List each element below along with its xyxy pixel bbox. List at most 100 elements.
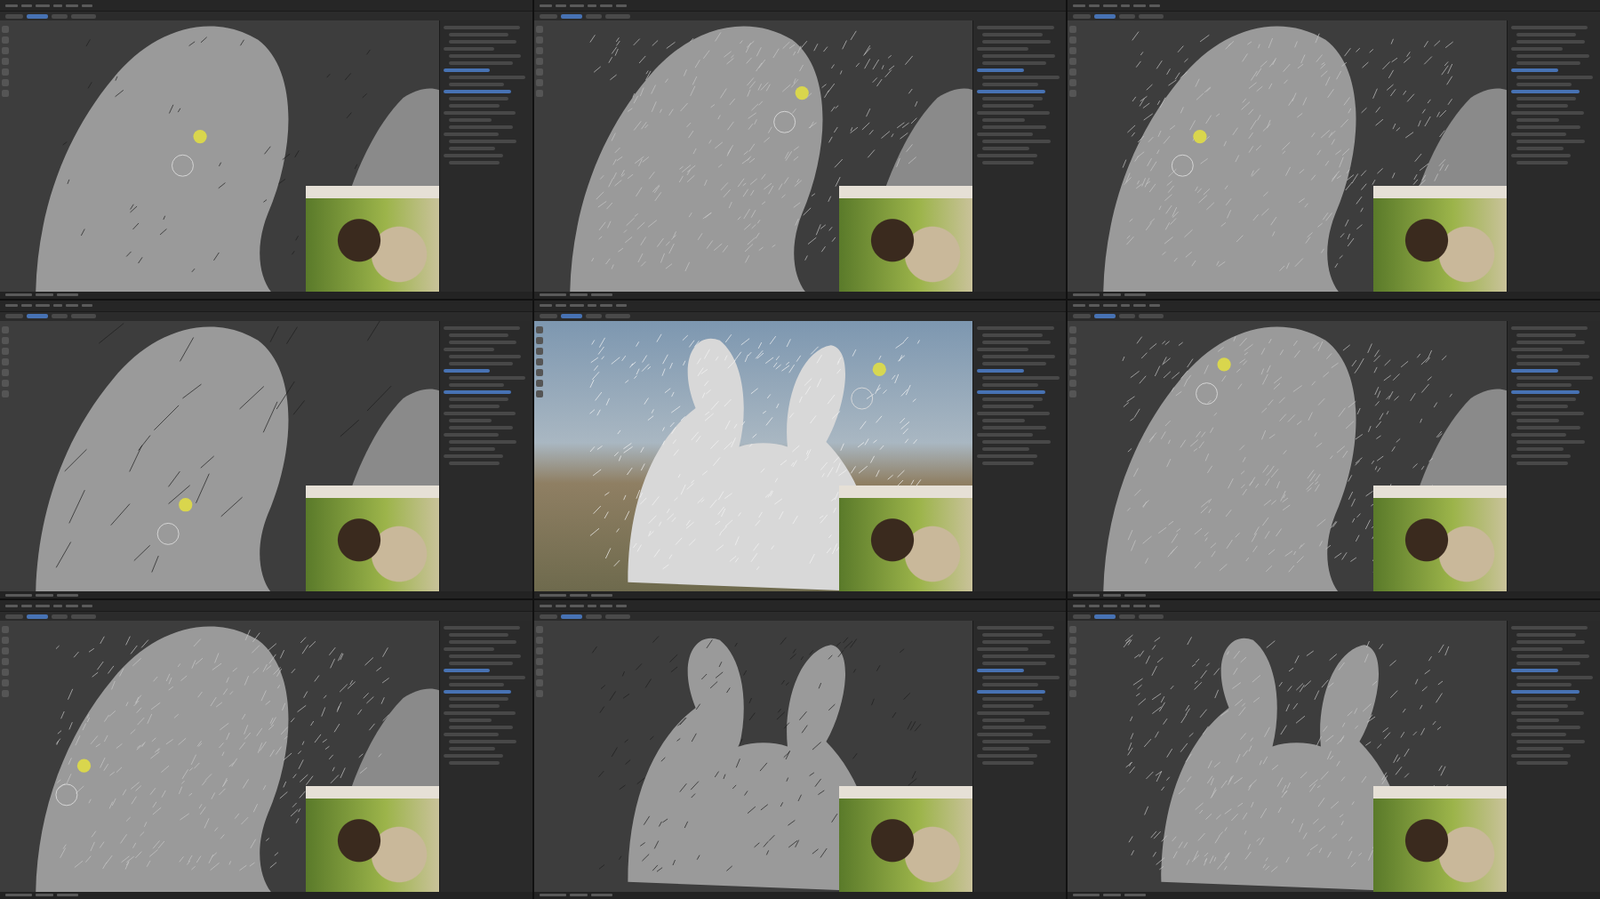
property-row[interactable]: [448, 333, 509, 337]
property-row[interactable]: [1511, 368, 1559, 373]
property-row[interactable]: [1511, 432, 1567, 437]
property-row[interactable]: [443, 153, 504, 158]
property-row[interactable]: [443, 432, 499, 437]
property-row[interactable]: [448, 54, 522, 58]
tool-icon[interactable]: [1069, 347, 1077, 355]
property-row[interactable]: [1516, 418, 1560, 423]
property-row[interactable]: [448, 682, 504, 687]
property-row[interactable]: [1511, 132, 1567, 136]
property-row[interactable]: [448, 361, 513, 366]
tool-icon[interactable]: [1, 68, 9, 76]
tool-icon[interactable]: [536, 379, 544, 387]
property-row[interactable]: [1516, 632, 1576, 637]
property-row[interactable]: [448, 440, 518, 444]
property-row[interactable]: [982, 682, 1038, 687]
property-row[interactable]: [982, 340, 1051, 344]
property-row[interactable]: [1516, 146, 1564, 151]
property-row[interactable]: [1516, 61, 1581, 65]
property-row[interactable]: [443, 647, 496, 651]
property-row[interactable]: [1516, 675, 1593, 680]
tool-icon[interactable]: [536, 79, 544, 87]
property-row[interactable]: [1511, 153, 1571, 158]
property-row[interactable]: [443, 89, 512, 94]
property-row[interactable]: [976, 153, 1037, 158]
property-row[interactable]: [982, 725, 1047, 729]
property-row[interactable]: [443, 753, 504, 758]
property-row[interactable]: [448, 704, 501, 708]
tool-icon[interactable]: [536, 668, 544, 676]
property-row[interactable]: [1516, 104, 1568, 108]
tool-icon[interactable]: [1, 657, 9, 665]
property-row[interactable]: [1511, 411, 1584, 416]
tool-icon[interactable]: [1, 636, 9, 644]
property-row[interactable]: [448, 461, 501, 465]
tool-icon[interactable]: [536, 368, 544, 376]
property-row[interactable]: [1511, 326, 1588, 330]
3d-viewport[interactable]: [1067, 320, 1507, 592]
property-row[interactable]: [448, 718, 492, 722]
property-row[interactable]: [982, 760, 1034, 765]
property-row[interactable]: [448, 696, 509, 701]
property-row[interactable]: [982, 139, 1051, 144]
property-row[interactable]: [448, 32, 509, 37]
tool-icon[interactable]: [1, 25, 9, 33]
property-row[interactable]: [443, 411, 517, 416]
property-row[interactable]: [982, 333, 1042, 337]
property-row[interactable]: [982, 632, 1042, 637]
tool-icon[interactable]: [1069, 25, 1077, 33]
property-row[interactable]: [1516, 425, 1581, 430]
tool-icon[interactable]: [1, 57, 9, 65]
property-row[interactable]: [976, 711, 1050, 715]
3d-viewport[interactable]: [0, 320, 440, 592]
property-row[interactable]: [443, 326, 520, 330]
tool-icon[interactable]: [536, 68, 544, 76]
property-row[interactable]: [448, 376, 526, 380]
property-row[interactable]: [448, 354, 522, 359]
property-row[interactable]: [982, 146, 1030, 151]
tool-icon[interactable]: [1, 689, 9, 697]
property-row[interactable]: [448, 447, 496, 451]
property-row[interactable]: [1511, 111, 1584, 115]
property-row[interactable]: [982, 440, 1051, 444]
tool-icon[interactable]: [1069, 390, 1077, 398]
property-row[interactable]: [448, 675, 526, 680]
tool-icon[interactable]: [1069, 679, 1077, 687]
property-row[interactable]: [1516, 696, 1576, 701]
property-row[interactable]: [448, 118, 492, 122]
property-row[interactable]: [443, 368, 491, 373]
property-row[interactable]: [1511, 347, 1563, 352]
property-row[interactable]: [448, 425, 513, 430]
property-row[interactable]: [976, 732, 1032, 736]
tool-icon[interactable]: [536, 636, 544, 644]
property-row[interactable]: [1516, 40, 1585, 44]
property-row[interactable]: [1516, 746, 1564, 751]
tool-icon[interactable]: [1, 379, 9, 387]
property-row[interactable]: [976, 368, 1024, 373]
property-row[interactable]: [982, 654, 1056, 658]
property-row[interactable]: [982, 160, 1034, 165]
property-row[interactable]: [448, 82, 504, 87]
property-row[interactable]: [443, 454, 504, 458]
property-row[interactable]: [448, 139, 518, 144]
property-row[interactable]: [976, 347, 1029, 352]
tool-icon[interactable]: [1, 36, 9, 44]
property-row[interactable]: [976, 89, 1046, 94]
property-row[interactable]: [1516, 354, 1590, 359]
tool-icon[interactable]: [1069, 336, 1077, 344]
property-row[interactable]: [976, 111, 1050, 115]
property-row[interactable]: [982, 718, 1025, 722]
property-row[interactable]: [1516, 404, 1568, 408]
tool-icon[interactable]: [1069, 68, 1077, 76]
property-row[interactable]: [1516, 376, 1593, 380]
tool-icon[interactable]: [536, 336, 544, 344]
property-row[interactable]: [443, 689, 512, 694]
property-row[interactable]: [443, 68, 491, 72]
property-row[interactable]: [448, 760, 501, 765]
property-row[interactable]: [448, 654, 522, 658]
property-row[interactable]: [976, 25, 1054, 30]
tool-icon[interactable]: [1, 358, 9, 366]
tool-icon[interactable]: [1069, 668, 1077, 676]
property-row[interactable]: [1511, 689, 1580, 694]
property-row[interactable]: [1516, 32, 1576, 37]
property-row[interactable]: [448, 632, 509, 637]
